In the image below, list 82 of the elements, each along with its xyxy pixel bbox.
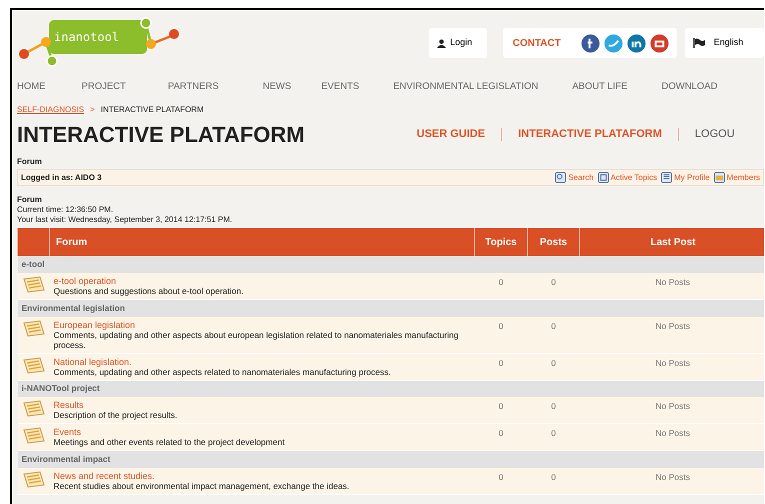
contact-link[interactable]: CONTACT xyxy=(512,36,561,50)
search-icon xyxy=(555,172,566,183)
table-cell: 0 xyxy=(528,273,580,300)
forum-link[interactable]: Results xyxy=(54,400,84,410)
logo-text: inanotool xyxy=(54,29,120,46)
table-cell: No Posts xyxy=(580,273,764,300)
nav-link[interactable]: EVENTS xyxy=(321,80,360,94)
forum-link[interactable]: European legislation xyxy=(54,320,136,330)
current-time: Current time: 12:36:50 PM. xyxy=(17,205,114,215)
column-header: Forum xyxy=(50,228,474,256)
table-cell: 0 xyxy=(474,424,528,450)
social-icon[interactable] xyxy=(650,34,669,52)
forum-link[interactable]: National legislation. xyxy=(54,356,132,366)
category-cell: Environmental legislation xyxy=(18,300,764,316)
table-cell: 0 xyxy=(528,397,580,424)
table-cell: No Posts xyxy=(580,468,764,494)
table-cell: 0 xyxy=(474,273,528,300)
logged-in-text: Logged in as: AIDO 3 xyxy=(21,172,102,184)
nav-link[interactable]: DOWNLOAD xyxy=(661,80,718,94)
forum-link[interactable]: Events xyxy=(54,427,82,437)
forum-icon xyxy=(22,276,44,293)
nav-link[interactable]: PARTNERS xyxy=(168,80,219,94)
user-icon xyxy=(437,38,446,48)
forum-icon xyxy=(22,400,44,417)
table-cell: No Posts xyxy=(580,316,764,353)
forum-description: Meetings and other events related to the project development xyxy=(54,437,286,447)
flag-icon xyxy=(692,38,706,48)
breadcrumb-link[interactable]: SELF-DIAGNOSIS xyxy=(17,104,84,116)
toolbar-link[interactable]: Search xyxy=(568,172,594,184)
nav-link[interactable]: NEWS xyxy=(262,80,292,94)
table-cell: 0 xyxy=(528,424,580,450)
info-heading: Forum xyxy=(17,195,43,205)
nav-link[interactable]: PROJECT xyxy=(82,80,126,94)
header-cell xyxy=(18,228,50,256)
table-cell: No Posts xyxy=(580,353,764,380)
table-cell: 0 xyxy=(528,468,580,494)
profile-icon xyxy=(661,172,672,183)
table-cell: 0 xyxy=(474,468,528,494)
login-button[interactable]: Login xyxy=(429,28,487,58)
forum-description: Recent studies about environmental impact management, exchange the ideas. xyxy=(54,480,350,490)
social-icon[interactable] xyxy=(580,34,600,52)
table-cell: 0 xyxy=(474,397,528,424)
forum-icon xyxy=(22,320,44,336)
forum-description: Comments, updating and other aspects about european legislation related to nanomateriales manufacturing process. xyxy=(54,330,460,350)
table-cell: 0 xyxy=(474,353,528,380)
table-cell: No Posts xyxy=(580,397,764,424)
forum-description: Comments, updating and other aspects related to nanomateriales manufacturing process. xyxy=(54,366,392,376)
category-cell: i-NANOTool project xyxy=(18,380,764,397)
toolbar-link[interactable]: Members xyxy=(726,172,760,184)
forum-description: Questions and suggestions about e-tool operation. xyxy=(54,286,244,296)
breadcrumb-separator: > xyxy=(90,104,95,116)
nav-link[interactable]: HOME xyxy=(17,80,46,94)
language-button[interactable]: English xyxy=(684,28,764,58)
social-icon[interactable] xyxy=(626,34,646,52)
table-cell: 0 xyxy=(528,316,580,353)
table-cell: 0 xyxy=(528,353,580,380)
toolbar-link[interactable]: Active Topics xyxy=(610,172,658,184)
column-header: Last Post xyxy=(580,228,764,256)
nav-link[interactable]: ABOUT LIFE xyxy=(572,80,628,94)
nav-link[interactable]: ENVIRONMENTAL LEGISLATION xyxy=(393,80,538,94)
forum-label: Forum xyxy=(16,156,43,168)
forum-icon xyxy=(22,427,44,444)
page-link[interactable]: USER GUIDE xyxy=(416,126,486,142)
category-cell: Environmental impact xyxy=(18,450,764,468)
category-cell: e-tool xyxy=(18,256,764,273)
forum-link[interactable]: e-tool operation xyxy=(54,276,116,286)
page-title: INTERACTIVE PLATAFORM xyxy=(17,120,305,148)
toolbar-link[interactable]: My Profile xyxy=(674,172,710,184)
forum-icon xyxy=(22,470,44,488)
page-link[interactable]: LOGOU xyxy=(694,126,735,142)
breadcrumb-current: INTERACTIVE PLATAFORM xyxy=(100,104,204,116)
topics-icon xyxy=(598,172,609,183)
members-icon xyxy=(714,172,725,183)
forum-icon xyxy=(22,356,44,374)
table-cell: No Posts xyxy=(580,424,764,450)
column-header: Posts xyxy=(528,228,580,256)
last-visit: Your last visit: Wednesday, September 3, 2014 12:17:51 PM. xyxy=(17,215,234,225)
page-link[interactable]: INTERACTIVE PLATAFORM xyxy=(518,126,662,142)
table-cell: 0 xyxy=(474,316,528,353)
forum-link[interactable]: News and recent studies. xyxy=(54,470,155,480)
forum-description: Description of the project results. xyxy=(54,410,178,420)
column-header: Topics xyxy=(474,228,528,256)
